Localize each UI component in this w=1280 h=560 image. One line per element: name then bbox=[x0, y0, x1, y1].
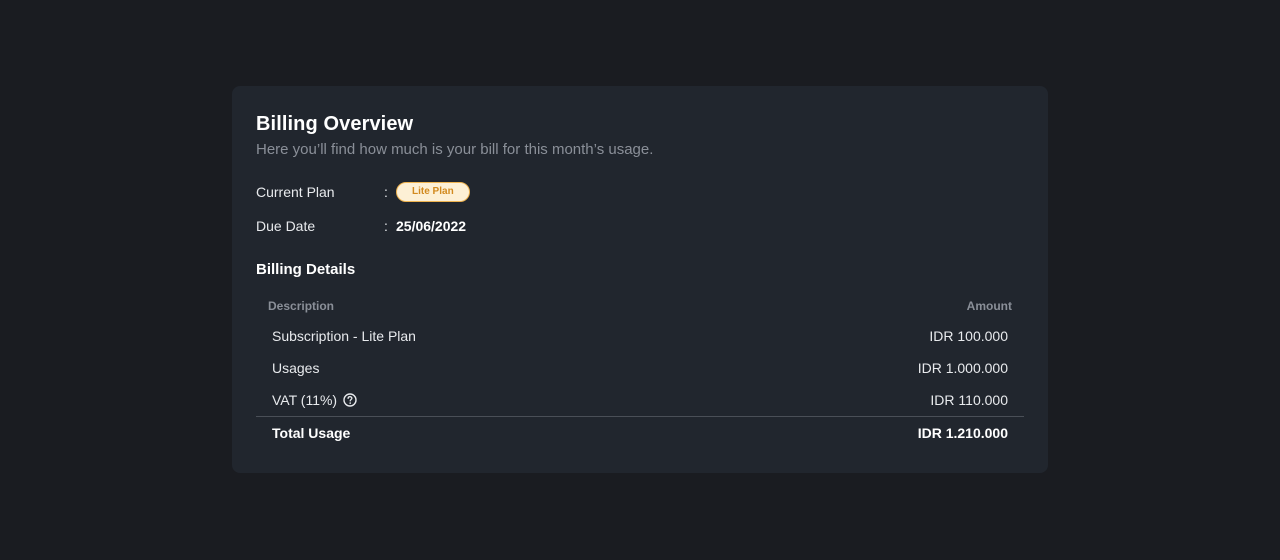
plan-badge: Lite Plan bbox=[396, 182, 470, 202]
due-date-value: 25/06/2022 bbox=[396, 218, 467, 234]
vat-description-cell: VAT (11%) bbox=[272, 392, 357, 408]
billing-details-title: Billing Details bbox=[256, 261, 356, 278]
row-amount: IDR 100.000 bbox=[929, 328, 1008, 344]
page-title: Billing Overview bbox=[256, 113, 414, 135]
current-plan-row: Current Plan : Lite Plan bbox=[256, 180, 1024, 204]
table-row: VAT (11%) IDR 110.000 bbox=[256, 384, 1024, 416]
due-date-label: Due Date bbox=[256, 218, 316, 234]
table-header: Description Amount bbox=[256, 298, 1024, 314]
current-plan-label: Current Plan bbox=[256, 184, 335, 200]
billing-overview-card: Billing Overview Here you’ll find how mu… bbox=[232, 86, 1048, 473]
total-row: Total Usage IDR 1.210.000 bbox=[256, 416, 1024, 449]
billing-details-table: Description Amount Subscription - Lite P… bbox=[256, 298, 1024, 449]
due-date-colon: : bbox=[384, 218, 388, 234]
total-label: Total Usage bbox=[272, 425, 351, 441]
row-description: VAT (11%) bbox=[272, 392, 338, 408]
row-description: Subscription - Lite Plan bbox=[272, 328, 416, 344]
current-plan-colon: : bbox=[384, 184, 388, 200]
amount-column-header: Amount bbox=[966, 299, 1012, 313]
row-description: Usages bbox=[272, 360, 320, 376]
row-amount: IDR 1.000.000 bbox=[917, 360, 1008, 376]
due-date-row: Due Date : 25/06/2022 bbox=[256, 214, 1024, 238]
table-row: Usages IDR 1.000.000 bbox=[256, 352, 1024, 384]
page-subtitle: Here you’ll find how much is your bill f… bbox=[256, 141, 654, 158]
total-amount: IDR 1.210.000 bbox=[917, 425, 1008, 441]
description-column-header: Description bbox=[268, 299, 335, 313]
row-amount: IDR 110.000 bbox=[930, 392, 1008, 408]
table-row: Subscription - Lite Plan IDR 100.000 bbox=[256, 320, 1024, 352]
help-circle-icon[interactable] bbox=[343, 393, 357, 407]
